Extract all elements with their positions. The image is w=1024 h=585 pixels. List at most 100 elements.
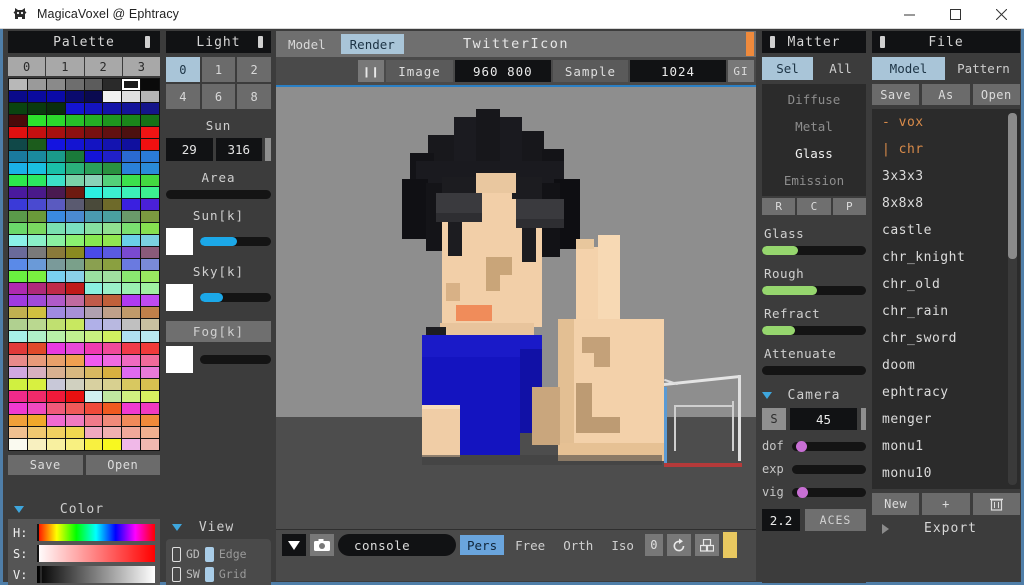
palette-swatch[interactable] <box>46 283 65 294</box>
palette-swatch[interactable] <box>84 259 103 270</box>
palette-swatch[interactable] <box>84 175 103 186</box>
tab-model[interactable]: Model <box>279 34 335 54</box>
palette-swatch[interactable] <box>141 331 159 342</box>
caret-down-icon[interactable] <box>172 523 182 531</box>
palette-swatch[interactable] <box>103 367 122 378</box>
light-preset-grid[interactable]: 012 468 <box>166 57 271 109</box>
matter-button-c[interactable]: C <box>797 198 831 215</box>
palette-swatch[interactable] <box>27 235 46 246</box>
panel-grip-icon[interactable] <box>880 36 885 48</box>
palette-swatch[interactable] <box>27 415 46 426</box>
palette-swatch[interactable] <box>122 307 141 318</box>
palette-swatch[interactable] <box>141 439 159 450</box>
tab-render[interactable]: Render <box>340 34 404 54</box>
palette-swatch[interactable] <box>46 163 65 174</box>
palette-swatch[interactable] <box>27 367 46 378</box>
palette-swatch[interactable] <box>27 163 46 174</box>
palette-swatch[interactable] <box>103 331 122 342</box>
fogk-button[interactable]: Fog[k] <box>166 321 271 342</box>
palette-swatch[interactable] <box>9 343 27 354</box>
palette-swatch[interactable] <box>84 355 103 366</box>
viewport-scrollbar[interactable] <box>744 31 756 57</box>
palette-swatch[interactable] <box>9 379 27 390</box>
exp-slider[interactable] <box>792 464 866 474</box>
palette-swatch[interactable] <box>9 127 27 138</box>
file-open-button[interactable]: Open <box>972 84 1020 105</box>
color-indicator[interactable] <box>722 532 737 558</box>
palette-swatch[interactable] <box>65 343 84 354</box>
palette-swatch[interactable] <box>27 403 46 414</box>
camera-icon[interactable] <box>310 534 334 556</box>
palette-swatch[interactable] <box>65 367 84 378</box>
palette-swatch[interactable] <box>27 187 46 198</box>
palette-swatch[interactable] <box>65 91 84 102</box>
hue-slider[interactable] <box>37 524 155 541</box>
palette-swatch[interactable] <box>65 139 84 150</box>
palette-swatch[interactable] <box>122 415 141 426</box>
palette-swatch[interactable] <box>27 151 46 162</box>
palette-swatch[interactable] <box>65 283 84 294</box>
palette-swatch[interactable] <box>84 343 103 354</box>
palette-swatch[interactable] <box>141 139 159 150</box>
camera-mode-orth[interactable]: Orth <box>556 535 600 555</box>
palette-swatch[interactable] <box>46 403 65 414</box>
palette-swatch[interactable] <box>46 367 65 378</box>
camera-mode-iso[interactable]: Iso <box>604 535 641 555</box>
camera-section-header[interactable]: Camera <box>762 385 866 405</box>
palette-swatch[interactable] <box>9 319 27 330</box>
palette-swatch[interactable] <box>46 343 65 354</box>
palette-swatch[interactable] <box>46 415 65 426</box>
palette-swatch[interactable] <box>141 91 159 102</box>
palette-swatch[interactable] <box>46 175 65 186</box>
palette-swatch[interactable] <box>141 151 159 162</box>
palette-swatch[interactable] <box>46 79 65 90</box>
skyk-slider[interactable] <box>200 293 271 302</box>
palette-swatch[interactable] <box>46 379 65 390</box>
palette-swatch[interactable] <box>9 355 27 366</box>
palette-swatch[interactable] <box>84 331 103 342</box>
palette-swatch[interactable] <box>103 127 122 138</box>
palette-swatch[interactable] <box>122 343 141 354</box>
palette-swatch[interactable] <box>84 439 103 450</box>
palette-swatch[interactable] <box>84 319 103 330</box>
palette-swatch[interactable] <box>141 355 159 366</box>
camera-fov-slider-end[interactable] <box>861 408 866 430</box>
matter-type-glass[interactable]: Glass <box>762 140 866 167</box>
palette-swatch[interactable] <box>46 295 65 306</box>
palette-swatch[interactable] <box>9 271 27 282</box>
palette-swatch[interactable] <box>65 379 84 390</box>
palette-swatch[interactable] <box>27 199 46 210</box>
palette-swatch[interactable] <box>65 319 84 330</box>
palette-swatch[interactable] <box>103 151 122 162</box>
palette-swatch[interactable] <box>103 391 122 402</box>
grid-layout-icon[interactable] <box>694 534 719 556</box>
palette-swatch[interactable] <box>122 139 141 150</box>
palette-swatch[interactable] <box>103 211 122 222</box>
palette-swatch[interactable] <box>141 403 159 414</box>
camera-index-field[interactable]: 0 <box>644 534 663 556</box>
palette-swatch[interactable] <box>27 91 46 102</box>
caret-down-icon[interactable] <box>282 534 306 556</box>
palette-swatch[interactable] <box>103 415 122 426</box>
palette-swatch[interactable] <box>9 427 27 438</box>
palette-swatch[interactable] <box>103 103 122 114</box>
palette-swatch[interactable] <box>27 211 46 222</box>
matter-button-p[interactable]: P <box>832 198 866 215</box>
file-list-item[interactable]: monu10 <box>872 460 1020 487</box>
saturation-row[interactable]: S: <box>13 544 155 563</box>
matter-type-emission[interactable]: Emission <box>762 167 866 194</box>
palette-swatch[interactable] <box>46 427 65 438</box>
palette-swatch[interactable] <box>9 115 27 126</box>
palette-swatch[interactable] <box>141 175 159 186</box>
palette-swatch[interactable] <box>141 391 159 402</box>
palette-swatch[interactable] <box>122 235 141 246</box>
palette-swatch[interactable] <box>122 79 141 90</box>
matter-property-slider-refract[interactable] <box>762 326 866 335</box>
sun-altitude-field[interactable]: 29 <box>166 138 213 161</box>
palette-swatch[interactable] <box>27 331 46 342</box>
palette-swatch[interactable] <box>103 91 122 102</box>
palette-swatch[interactable] <box>65 247 84 258</box>
file-list[interactable]: - vox | chr 3x3x3 8x8x8 castle chr_knight chr_… <box>872 109 1020 489</box>
palette-swatch[interactable] <box>103 343 122 354</box>
palette-swatch[interactable] <box>9 91 27 102</box>
